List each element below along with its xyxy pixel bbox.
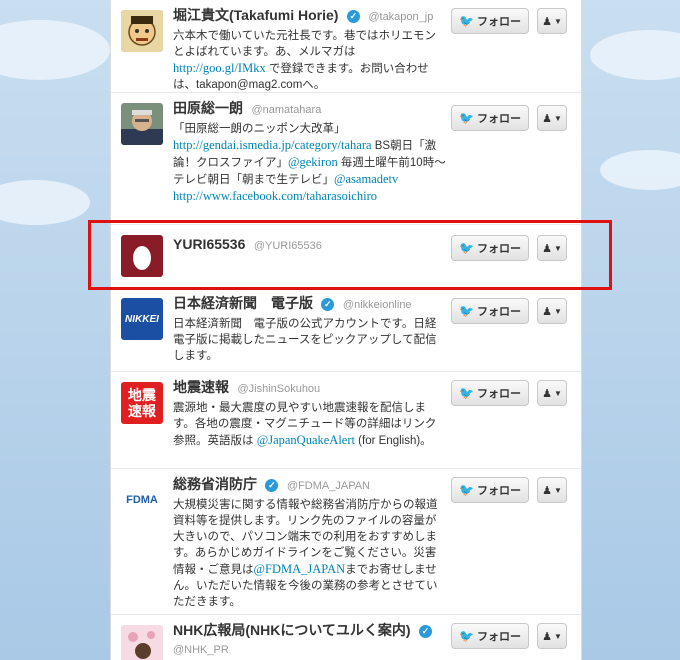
- person-icon: ♟: [542, 305, 552, 318]
- user-screen-name[interactable]: @nikkeionline: [343, 299, 412, 311]
- follow-button[interactable]: 🐦 フォロー: [451, 8, 529, 34]
- verified-badge-icon: ✓: [419, 625, 433, 638]
- user-item[interactable]: 地震速報 地震速報 @JishinSokuhou 震源地・最大震度の見やすい地震…: [111, 372, 581, 469]
- user-actions-dropdown[interactable]: ♟ ▼: [537, 235, 567, 261]
- user-fullname[interactable]: NHK広報局(NHKについてユルく案内): [173, 622, 411, 638]
- caret-down-icon: ▼: [553, 388, 562, 398]
- follow-button[interactable]: 🐦 フォロー: [451, 235, 529, 261]
- caret-down-icon: ▼: [553, 16, 562, 26]
- user-actions-dropdown[interactable]: ♟ ▼: [537, 105, 567, 131]
- bio-link[interactable]: @asamadetv: [334, 172, 398, 186]
- user-screen-name[interactable]: @FDMA_JAPAN: [287, 480, 370, 492]
- user-screen-name[interactable]: @NHK_PR: [173, 644, 229, 656]
- follow-button[interactable]: 🐦 フォロー: [451, 298, 529, 324]
- caret-down-icon: ▼: [553, 113, 562, 123]
- avatar[interactable]: [121, 625, 163, 660]
- person-icon: ♟: [542, 484, 552, 497]
- person-icon: ♟: [542, 112, 552, 125]
- avatar[interactable]: NIKKEI: [121, 298, 163, 340]
- cloud: [590, 30, 680, 80]
- verified-badge-icon: ✓: [265, 479, 279, 492]
- avatar-logo-text: NIKKEI: [125, 313, 159, 325]
- bio-link[interactable]: http://gendai.ismedia.jp/category/tahara: [173, 138, 372, 152]
- user-fullname[interactable]: YURI65536: [173, 236, 245, 252]
- verified-badge-icon: ✓: [321, 298, 335, 311]
- default-egg-avatar[interactable]: [121, 235, 163, 277]
- twitter-bird-icon: 🐦: [459, 241, 474, 255]
- user-item[interactable]: YURI65536 @YURI65536 🐦 フォロー ♟ ▼: [111, 225, 581, 288]
- caret-down-icon: ▼: [553, 306, 562, 316]
- user-screen-name[interactable]: @YURI65536: [254, 240, 322, 252]
- bio-text: (for English)。: [354, 435, 432, 447]
- user-bio: 「田原総一朗のニッポン大改革」 http://gendai.ismedia.jp/…: [173, 121, 457, 205]
- bio-text: 日本経済新聞 電子版の公式アカウントです。日経電子版に掲載したニュースをピックア…: [173, 318, 437, 362]
- user-screen-name[interactable]: @takapon_jp: [368, 11, 433, 23]
- bio-link[interactable]: http://www.facebook.com/taharasoichiro: [173, 189, 377, 203]
- user-item[interactable]: NHK広報局(NHKについてユルく案内) ✓ @NHK_PR 🐦 フォロー ♟ ▼: [111, 615, 581, 660]
- user-actions-dropdown[interactable]: ♟ ▼: [537, 623, 567, 649]
- user-bio: 日本経済新聞 電子版の公式アカウントです。日経電子版に掲載したニュースをピックア…: [173, 316, 447, 364]
- person-icon: ♟: [542, 387, 552, 400]
- person-icon: ♟: [542, 630, 552, 643]
- user-bio: 大規模災害に関する情報や総務省消防庁からの報道資料等を提供します。リンク先のファ…: [173, 497, 447, 610]
- user-item[interactable]: FDMA 総務省消防庁 ✓ @FDMA_JAPAN 大規模災害に関する情報や総務…: [111, 469, 581, 615]
- twitter-bird-icon: 🐦: [459, 304, 474, 318]
- user-fullname[interactable]: 堀江貴文(Takafumi Horie): [173, 7, 338, 23]
- follow-label: フォロー: [476, 485, 521, 497]
- avatar[interactable]: FDMA: [121, 479, 163, 521]
- user-screen-name[interactable]: @namatahara: [251, 104, 321, 116]
- avatar-logo-text: FDMA: [126, 494, 158, 506]
- cloud: [0, 180, 90, 225]
- twitter-bird-icon: 🐦: [459, 629, 474, 643]
- user-item[interactable]: NIKKEI 日本経済新聞 電子版 ✓ @nikkeionline 日本経済新聞…: [111, 288, 581, 372]
- follow-label: フォロー: [476, 243, 521, 255]
- cloud: [600, 150, 680, 190]
- caret-down-icon: ▼: [553, 485, 562, 495]
- user-fullname[interactable]: 総務省消防庁: [173, 476, 257, 492]
- user-item[interactable]: 田原総一朗 @namatahara 「田原総一朗のニッポン大改革」 http://…: [111, 93, 581, 225]
- twitter-bird-icon: 🐦: [459, 14, 474, 28]
- follow-label: フォロー: [476, 16, 521, 28]
- user-bio: 震源地・最大震度の見やすい地震速報を配信します。各地の震度・マグニチュード等の詳…: [173, 400, 447, 449]
- caret-down-icon: ▼: [553, 243, 562, 253]
- caret-down-icon: ▼: [553, 631, 562, 641]
- user-actions-dropdown[interactable]: ♟ ▼: [537, 380, 567, 406]
- follow-button[interactable]: 🐦 フォロー: [451, 477, 529, 503]
- avatar[interactable]: [121, 10, 163, 52]
- follow-label: フォロー: [476, 306, 521, 318]
- twitter-bird-icon: 🐦: [459, 483, 474, 497]
- person-icon: ♟: [542, 242, 552, 255]
- bio-text: 「田原総一朗のニッポン大改革」: [173, 123, 346, 135]
- follow-label: フォロー: [476, 388, 521, 400]
- bio-link[interactable]: http://goo.gl/IMkx: [173, 61, 266, 75]
- user-actions-dropdown[interactable]: ♟ ▼: [537, 298, 567, 324]
- avatar[interactable]: [121, 103, 163, 145]
- user-screen-name[interactable]: @JishinSokuhou: [237, 383, 320, 395]
- avatar-logo-text: 地震速報: [128, 387, 156, 419]
- user-fullname[interactable]: 田原総一朗: [173, 100, 243, 116]
- follow-button[interactable]: 🐦 フォロー: [451, 380, 529, 406]
- bio-link[interactable]: @gekiron: [288, 155, 338, 169]
- avatar[interactable]: 地震速報: [121, 382, 163, 424]
- twitter-bird-icon: 🐦: [459, 386, 474, 400]
- follow-label: フォロー: [476, 113, 521, 125]
- follow-button[interactable]: 🐦 フォロー: [451, 623, 529, 649]
- bio-link[interactable]: @FDMA_JAPAN: [254, 562, 346, 576]
- user-actions-dropdown[interactable]: ♟ ▼: [537, 8, 567, 34]
- user-actions-dropdown[interactable]: ♟ ▼: [537, 477, 567, 503]
- follow-button[interactable]: 🐦 フォロー: [451, 105, 529, 131]
- twitter-bird-icon: 🐦: [459, 111, 474, 125]
- bio-text: 六本木で働いていた元社長です。巷ではホリエモンとよばれています。あ、メルマガは: [173, 30, 437, 58]
- user-item[interactable]: 堀江貴文(Takafumi Horie) ✓ @takapon_jp 六本木で働…: [111, 0, 581, 93]
- user-fullname[interactable]: 地震速報: [173, 379, 229, 395]
- verified-badge-icon: ✓: [346, 10, 360, 23]
- person-icon: ♟: [542, 15, 552, 28]
- follow-label: フォロー: [476, 631, 521, 643]
- who-to-follow-list: 堀江貴文(Takafumi Horie) ✓ @takapon_jp 六本木で働…: [110, 0, 582, 660]
- cloud: [0, 20, 110, 80]
- user-bio: 六本木で働いていた元社長です。巷ではホリエモンとよばれています。あ、メルマガは …: [173, 28, 447, 93]
- bio-link[interactable]: @JapanQuakeAlert: [257, 433, 355, 447]
- user-fullname[interactable]: 日本経済新聞 電子版: [173, 295, 313, 311]
